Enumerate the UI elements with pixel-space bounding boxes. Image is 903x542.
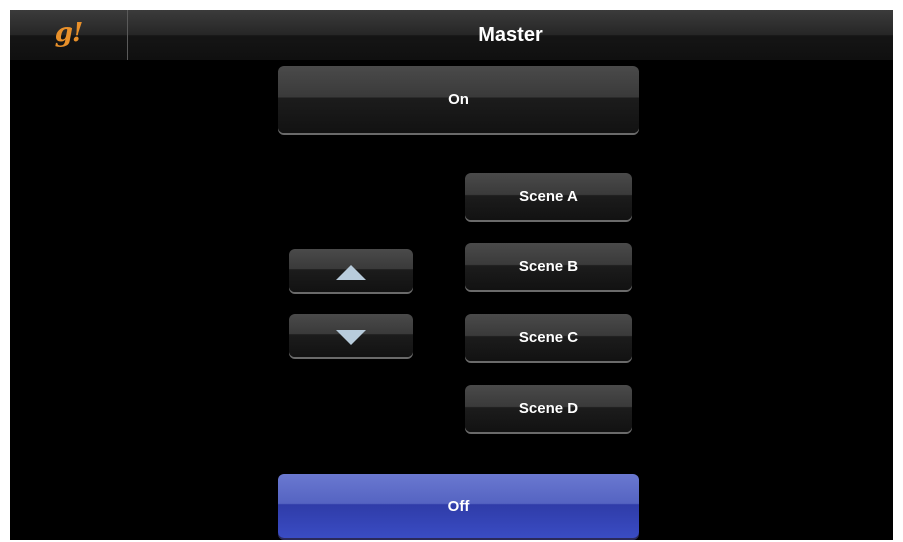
off-button-label: Off (447, 497, 470, 515)
page-title: Master (478, 24, 543, 46)
scene-d-button[interactable]: Scene D (465, 385, 632, 432)
logo-button[interactable]: g! (10, 10, 128, 60)
scene-c-label: Scene C (518, 329, 579, 346)
on-button[interactable]: On (278, 66, 639, 133)
arrow-up-icon (336, 265, 366, 280)
off-button[interactable]: Off (278, 474, 639, 538)
on-button-label: On (448, 91, 469, 108)
scene-a-label: Scene A (519, 188, 578, 205)
scene-b-button[interactable]: Scene B (465, 243, 632, 290)
app-frame: g! Master On Scene A Scene B Scene C Sce… (10, 10, 893, 540)
header-bar: g! Master (10, 10, 893, 61)
volume-up-button[interactable] (289, 249, 413, 292)
scene-b-label: Scene B (518, 258, 579, 275)
scene-a-button[interactable]: Scene A (465, 173, 632, 220)
arrow-down-icon (336, 330, 366, 345)
scene-d-label: Scene D (518, 400, 579, 417)
scene-c-button[interactable]: Scene C (465, 314, 632, 361)
app-logo: g! (54, 18, 84, 48)
volume-down-button[interactable] (289, 314, 413, 357)
